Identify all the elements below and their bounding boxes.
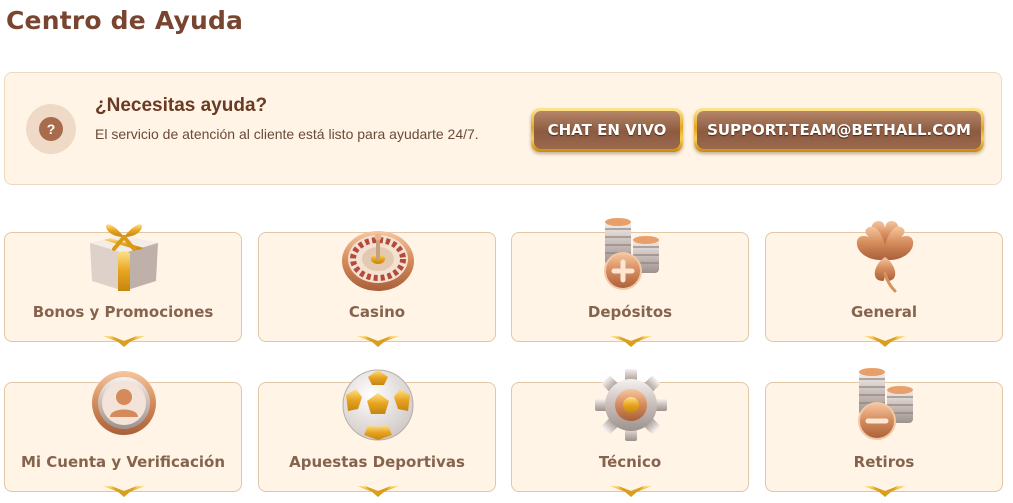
help-description: El servicio de atención al cliente está … xyxy=(95,126,479,142)
help-icon-circle: ? xyxy=(26,104,76,154)
chevron-down-icon xyxy=(103,486,145,497)
category-label: Retiros xyxy=(853,453,915,471)
category-card-mi-cuenta[interactable]: Mi Cuenta y Verificación xyxy=(4,371,242,497)
category-card-tecnico[interactable]: Técnico xyxy=(511,369,749,497)
category-label: General xyxy=(851,303,917,321)
category-card-bonos[interactable]: Bonos y Promociones xyxy=(4,224,242,347)
chevron-down-icon xyxy=(864,486,906,497)
category-card-depositos[interactable]: Depósitos xyxy=(511,218,749,347)
chevron-down-icon xyxy=(864,336,906,347)
category-card-apuestas-deportivas[interactable]: Apuestas Deportivas xyxy=(258,369,496,497)
chevron-down-icon xyxy=(103,336,145,347)
clover-icon xyxy=(856,221,914,293)
gift-icon xyxy=(90,224,158,291)
help-banner: ? ¿Necesitas ayuda? El servicio de atenc… xyxy=(4,72,1002,185)
category-card-casino[interactable]: Casino xyxy=(258,231,496,347)
live-chat-button-label: CHAT EN VIVO xyxy=(534,111,680,149)
category-label: Depósitos xyxy=(587,303,673,321)
help-heading: ¿Necesitas ayuda? xyxy=(95,95,268,116)
question-icon: ? xyxy=(39,117,63,141)
support-email-button[interactable]: SUPPORT.TEAM@BETHALL.COM xyxy=(694,108,984,152)
category-card-general[interactable]: General xyxy=(765,221,1003,347)
roulette-icon xyxy=(342,231,414,291)
gear-icon xyxy=(595,369,667,441)
coins-plus-icon xyxy=(604,218,659,290)
chevron-down-icon xyxy=(610,336,652,347)
category-label: Apuestas Deportivas xyxy=(289,453,465,471)
category-label: Casino xyxy=(348,303,406,321)
live-chat-button[interactable]: CHAT EN VIVO xyxy=(531,108,683,152)
chevron-down-icon xyxy=(357,486,399,497)
category-label: Técnico xyxy=(598,453,662,471)
user-icon xyxy=(92,371,156,435)
category-label: Bonos y Promociones xyxy=(32,303,214,321)
category-label: Mi Cuenta y Verificación xyxy=(21,453,225,471)
coins-minus-icon xyxy=(858,368,913,440)
category-card-retiros[interactable]: Retiros xyxy=(765,368,1003,497)
support-email-button-label: SUPPORT.TEAM@BETHALL.COM xyxy=(697,111,981,149)
soccer-ball-icon xyxy=(342,369,414,441)
chevron-down-icon xyxy=(610,486,652,497)
chevron-down-icon xyxy=(357,336,399,347)
page-title: Centro de Ayuda xyxy=(6,6,244,35)
